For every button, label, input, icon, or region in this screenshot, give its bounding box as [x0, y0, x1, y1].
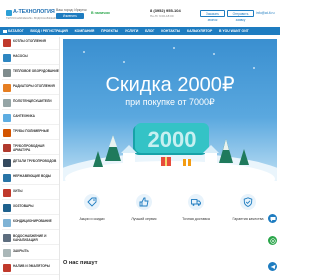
feature-service[interactable]: Лучший сервис — [119, 186, 169, 236]
email-link[interactable]: info@at-lt.ru — [256, 11, 275, 15]
shield-icon — [240, 194, 256, 210]
feature-delivery[interactable]: Точная доставка — [171, 186, 221, 236]
nav-item-extra[interactable]: B YOU WANT ONT — [216, 27, 252, 35]
thumb-icon — [136, 194, 152, 210]
features-row: Акции и скидки Лучший сервис Точная дост… — [63, 186, 277, 238]
sidebar-category-item[interactable]: ХОЗТОВАРЫ — [2, 202, 59, 215]
sidebar-category-label: ТРУБОПРОВОДНАЯ АРМАТУРА — [13, 144, 45, 152]
sidebar-category-item[interactable]: ДЕТАЛИ ТРУБОПРОВОДОВ — [2, 157, 59, 170]
chat-float-button[interactable] — [268, 214, 277, 223]
sidebar-category-item[interactable]: НАЛИВ И ЭМАЛЯТОРЫ — [2, 262, 59, 275]
logo-text: А-ТЕХНОЛОГИЯ — [13, 9, 55, 15]
logo-mark-icon — [6, 10, 12, 16]
sidebar-category-label: ДЕТАЛИ ТРУБОПРОВОДОВ — [13, 159, 57, 163]
sidebar-category-label: ТРУБЫ ПОЛИМЕРНЫЕ — [13, 129, 49, 133]
sidebar-category-item[interactable]: КОНДИЦИОНИРОВАНИЕ — [2, 217, 59, 230]
sidebar-category-item[interactable]: ВОДОСНАБЖЕНИЕ И КАНАЛИЗАЦИЯ — [2, 232, 59, 245]
sidebar-category-label: НЕРЖАВЕЮЩИЕ ВОДЫ — [13, 174, 52, 178]
category-sidebar: КОТЛЫ ОТОПЛЕНИЯ НАСОСЫ ТЕПЛОВОЕ ОБОРУДОВАН… — [0, 37, 60, 280]
sidebar-category-item[interactable]: ЗАКРЫТЬ — [2, 247, 59, 260]
category-thumbnail-icon — [3, 204, 11, 212]
nav-item-contacts[interactable]: КОНТАКТЫ — [158, 27, 184, 35]
feature-label: Лучший сервис — [131, 217, 157, 221]
truck-icon — [188, 194, 204, 210]
banner-number-art: 2000 — [133, 123, 209, 155]
callback-button[interactable]: Заказать звонок — [200, 10, 225, 22]
category-thumbnail-icon — [3, 129, 11, 137]
phone-icon — [269, 237, 276, 244]
category-thumbnail-icon — [3, 54, 11, 62]
sidebar-category-label: ТЕПЛОВОЕ ОБОРУДОВАНИЕ — [13, 69, 59, 73]
category-thumbnail-icon — [3, 219, 11, 227]
sidebar-category-label: КОНДИЦИОНИРОВАНИЕ — [13, 219, 52, 223]
sidebar-category-item[interactable]: ТЕПЛОВОЕ ОБОРУДОВАНИЕ — [2, 67, 59, 80]
telegram-float-button[interactable] — [268, 262, 277, 271]
category-thumbnail-icon — [3, 249, 11, 257]
whatsapp-float-button[interactable] — [268, 236, 277, 245]
feature-warranty[interactable]: Гарантия качества — [223, 186, 273, 236]
reviews-heading: О нас пишут — [63, 260, 98, 266]
sidebar-category-item[interactable]: ХИТЫ — [2, 187, 59, 200]
sidebar-category-label: ХИТЫ — [13, 189, 23, 193]
feature-label: Точная доставка — [182, 217, 210, 221]
category-thumbnail-icon — [3, 84, 11, 92]
sidebar-category-label: РАДИАТОРЫ ОТОПЛЕНИЯ — [13, 84, 55, 88]
logo-subtitle: ТЕПЛОСНАБЖЕНИЕ • ВОДОСНАБЖЕНИЕ — [6, 17, 59, 20]
phone-number[interactable]: 8 (3952) 955-104 — [150, 8, 181, 13]
sidebar-category-label: ВОДОСНАБЖЕНИЕ И КАНАЛИЗАЦИЯ — [13, 234, 47, 242]
category-thumbnail-icon — [3, 114, 11, 122]
category-thumbnail-icon — [3, 39, 11, 47]
sidebar-category-label: ХОЗТОВАРЫ — [13, 204, 34, 208]
sidebar-category-item[interactable]: РАДИАТОРЫ ОТОПЛЕНИЯ — [2, 82, 59, 95]
sidebar-category-item[interactable]: ТРУБЫ ПОЛИМЕРНЫЕ — [2, 127, 59, 140]
promo-banner[interactable]: Скидка 2000₽ при покупке от 7000₽ 2000 — [63, 39, 277, 181]
svg-text:2000: 2000 — [148, 127, 197, 152]
sidebar-category-item[interactable]: САНТЕХНИКА — [2, 112, 59, 125]
nav-item-services[interactable]: УСЛУГИ — [122, 27, 142, 35]
site-logo[interactable]: А-ТЕХНОЛОГИЯ ТЕПЛОСНАБЖЕНИЕ • ВОДОСНАБЖЕ… — [6, 9, 58, 22]
category-thumbnail-icon — [3, 159, 11, 167]
change-city-button[interactable]: Изменить — [56, 13, 84, 19]
nav-item-projects[interactable]: ПРОЕКТЫ — [98, 27, 122, 35]
category-thumbnail-icon — [3, 144, 11, 152]
banner-illustration: 2000 — [63, 123, 277, 181]
stock-status: В наличии — [91, 11, 110, 15]
sidebar-category-item[interactable]: ТРУБОПРОВОДНАЯ АРМАТУРА — [2, 142, 59, 155]
category-thumbnail-icon — [3, 99, 11, 107]
category-thumbnail-icon — [3, 69, 11, 77]
feature-label: Акции и скидки — [79, 217, 105, 221]
sidebar-category-item[interactable]: КОТЛЫ ОТОПЛЕНИЯ — [2, 37, 59, 50]
work-hours: Пн-Пт 9:00-18:00 — [150, 14, 174, 18]
nav-item-calculator[interactable]: КАЛЬКУЛЯТОР — [184, 27, 216, 35]
nav-item-company[interactable]: КОМПАНИЯ — [71, 27, 98, 35]
city-label: Ваш город: Иркутск — [56, 8, 87, 12]
sidebar-category-item[interactable]: НАСОСЫ — [2, 52, 59, 65]
sidebar-category-label: КОТЛЫ ОТОПЛЕНИЯ — [13, 39, 46, 43]
sidebar-category-label: ЗАКРЫТЬ — [13, 249, 29, 253]
sidebar-category-label: НАЛИВ И ЭМАЛЯТОРЫ — [13, 264, 50, 268]
category-thumbnail-icon — [3, 174, 11, 182]
sidebar-category-item[interactable]: ПОЛОТЕНЦЕСУШИТЕЛИ — [2, 97, 59, 110]
telegram-icon — [270, 264, 275, 269]
chat-icon — [270, 216, 275, 221]
category-thumbnail-icon — [3, 189, 11, 197]
menu-icon[interactable] — [3, 29, 7, 33]
feature-label: Гарантия качества — [232, 217, 264, 221]
site-header: А-ТЕХНОЛОГИЯ ТЕПЛОСНАБЖЕНИЕ • ВОДОСНАБЖЕ… — [0, 0, 280, 30]
feature-sales[interactable]: Акции и скидки — [67, 186, 117, 236]
sidebar-category-label: НАСОСЫ — [13, 54, 28, 58]
main-nav: КАТАЛОГ ВХОД / РЕГИСТРАЦИЯ КОМПАНИЯ ПРОЕ… — [0, 27, 280, 35]
category-thumbnail-icon — [3, 264, 11, 272]
category-thumbnail-icon — [3, 234, 11, 242]
sidebar-category-item[interactable]: НЕРЖАВЕЮЩИЕ ВОДЫ — [2, 172, 59, 185]
tag-icon — [84, 194, 100, 210]
request-button[interactable]: Отправить заявку — [227, 10, 254, 22]
nav-item-blog[interactable]: БЛОГ — [142, 27, 158, 35]
sidebar-category-label: САНТЕХНИКА — [13, 114, 35, 118]
sidebar-category-label: ПОЛОТЕНЦЕСУШИТЕЛИ — [13, 99, 52, 103]
nav-item-login[interactable]: ВХОД / РЕГИСТРАЦИЯ — [27, 27, 71, 35]
